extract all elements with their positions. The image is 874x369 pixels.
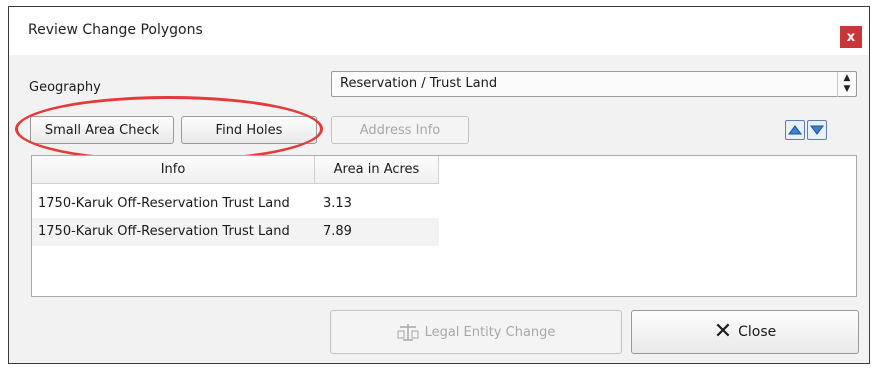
results-table[interactable]: Info Area in Acres 1750-Karuk Off-Reserv… [31, 155, 857, 297]
geography-label: Geography [29, 80, 101, 95]
down-arrow-icon [810, 125, 824, 135]
column-header-area[interactable]: Area in Acres [315, 156, 439, 184]
dialog-title: Review Change Polygons [28, 22, 203, 38]
column-header-info[interactable]: Info [32, 156, 315, 184]
row-area-cell: 7.89 [323, 224, 352, 239]
legal-entity-change-label: Legal Entity Change [424, 324, 556, 340]
row-info-cell: 1750-Karuk Off-Reservation Trust Land [38, 224, 290, 239]
move-down-button[interactable] [807, 120, 827, 140]
row-area-cell: 3.13 [323, 196, 352, 211]
geography-selected-value: Reservation / Trust Land [340, 76, 498, 91]
up-arrow-icon [788, 125, 802, 135]
table-row[interactable]: 1750-Karuk Off-Reservation Trust Land 3.… [32, 190, 439, 218]
address-info-button[interactable]: Address Info [331, 116, 469, 144]
title-bar: Review Change Polygons x [9, 7, 869, 55]
table-row[interactable]: 1750-Karuk Off-Reservation Trust Land 7.… [32, 218, 439, 246]
select-spinner[interactable]: ▲ ▼ [837, 72, 856, 97]
legal-entity-change-button[interactable]: Legal Entity Change [330, 310, 622, 354]
table-header: Info Area in Acres [32, 156, 856, 184]
row-info-cell: 1750-Karuk Off-Reservation Trust Land [38, 196, 290, 211]
window-close-button[interactable]: x [840, 26, 862, 48]
geography-select[interactable]: Reservation / Trust Land ▲ ▼ [331, 71, 857, 97]
close-label: Close [738, 324, 777, 340]
close-icon: x [846, 29, 856, 45]
x-icon: ✕ [713, 319, 733, 344]
highlight-annotation-ring [15, 96, 323, 162]
review-change-polygons-dialog: Review Change Polygons x Geography Reser… [8, 6, 870, 364]
close-button[interactable]: ✕ Close [631, 310, 859, 354]
move-up-button[interactable] [785, 120, 805, 140]
spin-up-icon: ▲ [843, 73, 851, 83]
scale-icon [397, 322, 419, 342]
spin-down-icon: ▼ [843, 84, 851, 94]
